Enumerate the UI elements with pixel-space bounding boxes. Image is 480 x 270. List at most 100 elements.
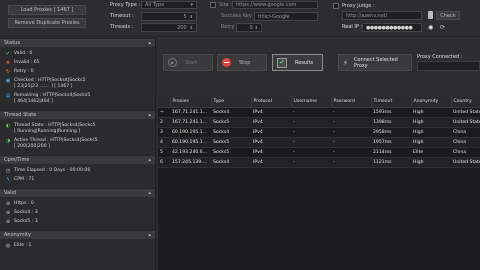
col-header-password[interactable]: Password — [331, 97, 372, 108]
cell-timeout: 1593ms — [371, 107, 411, 118]
cell-anonymity: Elite — [411, 147, 451, 158]
real-ip-input[interactable]: ●●●●●●●●●●●● — [362, 23, 422, 32]
col-header-username[interactable]: Username — [291, 97, 332, 108]
cell-proxy: 60.190.195.1... — [170, 137, 211, 148]
start-label: Start — [185, 59, 198, 66]
remaining-icon: ▤ — [5, 93, 11, 99]
timeout-input[interactable]: 5 ⬍ — [141, 12, 197, 21]
cell-timeout: 1121ms — [371, 157, 411, 168]
table-row[interactable]: 4 60.190.195.1... Socks5 IPv4 - - 1957ms… — [158, 137, 480, 148]
col-header-type[interactable]: Type — [211, 97, 252, 108]
valid-section-title: Valid — [4, 190, 17, 196]
cell-country: United State — [451, 107, 480, 118]
retry-value: 0 — [249, 24, 253, 31]
results-button[interactable]: ✔ Results — [272, 54, 323, 71]
table-row[interactable]: 2 167.71.241.1... Socks5 IPv4 - - 1398ms… — [158, 117, 480, 128]
proxy-type-select[interactable]: All Type ▾ — [141, 1, 197, 9]
anonymity-section-header[interactable]: Anonymity ▴ — [0, 230, 155, 239]
col-header-proxies[interactable]: Proxies — [170, 97, 212, 108]
proxy-judge-input[interactable]: http://azenv.net/ — [342, 11, 422, 20]
lightning-icon: ϟ — [6, 177, 10, 183]
row-selector[interactable]: →1 — [158, 107, 170, 118]
socks4-count: ⊕ Socks4 : 3 — [5, 210, 151, 216]
cell-timeout: 1398ms — [371, 117, 411, 128]
col-header-country[interactable]: Country — [451, 97, 480, 108]
socks4-count-text: Socks4 : 3 — [14, 210, 38, 215]
status-header[interactable]: Status ▴ — [0, 38, 155, 47]
retry-count: ↻ Retry : 0 — [5, 69, 151, 75]
cell-timeout: 2114ms — [371, 147, 411, 158]
load-proxies-button[interactable]: Load Proxies [ 1467 ] — [8, 5, 86, 15]
connect-selected-button[interactable]: ⚡ Connect Selected Proxy — [338, 54, 412, 71]
cpm-time-header[interactable]: Cpm/Time ▴ — [0, 155, 155, 164]
stepper-icon: ⬍ — [189, 25, 193, 30]
threads-label: Threads : — [110, 24, 134, 30]
col-header[interactable] — [158, 97, 171, 108]
cell-password: - — [331, 147, 371, 158]
results-icon: ✔ — [277, 57, 287, 68]
site-checkbox[interactable] — [210, 2, 216, 8]
proxy-judge-checkbox[interactable] — [333, 3, 339, 9]
valid-section-header[interactable]: Valid ▴ — [0, 188, 155, 197]
retry-input[interactable]: 0 ⬍ — [236, 23, 262, 32]
proxy-judge-label: Proxy Judge : — [342, 3, 375, 9]
cell-protocol: IPv4 — [251, 157, 291, 168]
cell-proxy: 157.245.139.... — [170, 157, 211, 168]
cell-password: - — [331, 137, 371, 148]
active-thread-line2: [ 200|200|200 ] — [14, 144, 50, 149]
threads-input[interactable]: 200 ⬍ — [141, 23, 197, 32]
row-number: 6 — [158, 157, 170, 168]
globe-icon: ⊕ — [5, 201, 11, 207]
success-key-input[interactable]: title>Google — [254, 12, 318, 21]
table-row[interactable]: 5 42.193.240.6... Socks5 IPv4 - - 2114ms… — [158, 147, 480, 158]
start-button[interactable]: ▶ Start — [163, 54, 213, 71]
socks5-count-text: Socks5 : 3 — [14, 219, 38, 224]
remove-duplicates-button[interactable]: Remove Duplicate Proxies — [8, 18, 86, 28]
socks5-count: ⊕ Socks5 : 3 — [5, 219, 151, 225]
site-value: https://www.google.com — [236, 2, 297, 8]
checked-stat: ▣ Checked : HTTP|Socks4|Socks5 [ 23|25|2… — [5, 78, 151, 90]
row-number: 4 — [158, 137, 170, 148]
remaining-stat: ▤ Remaining : HTTP|Socks4|Socks5 [ 464|1… — [5, 93, 151, 105]
threads-value: 200 — [177, 24, 187, 31]
time-elapsed: ◷ Time Elapsed : 0 Days - 00:00:06 — [5, 168, 151, 174]
table-header-row: Proxies Type Protocol Username Password … — [158, 97, 480, 108]
eye-icon[interactable]: ◉ — [428, 24, 433, 31]
col-header-anonymity[interactable]: Anonymity — [411, 97, 452, 108]
cell-protocol: IPv4 — [251, 107, 291, 118]
chevron-up-icon: ▴ — [148, 157, 151, 163]
thread-state-line2: [ Running|Running|Running ] — [14, 129, 81, 134]
cell-country: China — [451, 147, 480, 158]
cell-type: Socks5 — [211, 147, 251, 158]
success-key-value: title>Google — [258, 13, 290, 20]
clipboard-icon[interactable] — [428, 11, 433, 19]
refresh-icon[interactable]: ⟳ — [440, 24, 445, 31]
cell-username: - — [291, 127, 331, 138]
status-title: Status — [4, 40, 20, 46]
check-button[interactable]: Check — [436, 11, 460, 20]
row-number: 5 — [158, 147, 170, 158]
cpm-stat: ϟ CPM : 71 — [5, 177, 151, 183]
cell-anonymity: High — [411, 107, 451, 118]
results-table: Proxies Type Protocol Username Password … — [158, 97, 480, 270]
stepper-icon: ⬍ — [189, 14, 193, 19]
cell-password: - — [331, 157, 371, 168]
divider — [0, 36, 480, 37]
checked-icon: ▣ — [5, 78, 11, 84]
cell-type: Socks4 — [211, 127, 251, 138]
retry-icon: ↻ — [5, 69, 11, 75]
checked-line2: [ 23|25|23 ....... ] [ 1467 ] — [14, 84, 73, 89]
cpm-text: CPM : 71 — [14, 177, 35, 182]
col-header-protocol[interactable]: Protocol — [251, 97, 292, 108]
table-row[interactable]: 3 60.190.195.1... Socks4 IPv4 - - 2958ms… — [158, 127, 480, 138]
play-icon: ▶ — [168, 58, 177, 67]
table-row[interactable]: →1 167.71.241.1... Socks4 IPv4 - - 1593m… — [158, 107, 480, 118]
cell-country: China — [451, 127, 480, 138]
thread-state-header[interactable]: Thread State ▴ — [0, 110, 155, 119]
cell-country: China — [451, 137, 480, 148]
table-row[interactable]: 6 157.245.139.... Socks4 IPv4 - - 1121ms… — [158, 157, 480, 168]
site-input[interactable]: https://www.google.com — [232, 1, 318, 9]
stop-button[interactable]: Stop — [217, 54, 267, 71]
col-header-timeout[interactable]: Timeout — [371, 97, 412, 108]
valid-count-text: Valid : 6 — [14, 51, 33, 56]
